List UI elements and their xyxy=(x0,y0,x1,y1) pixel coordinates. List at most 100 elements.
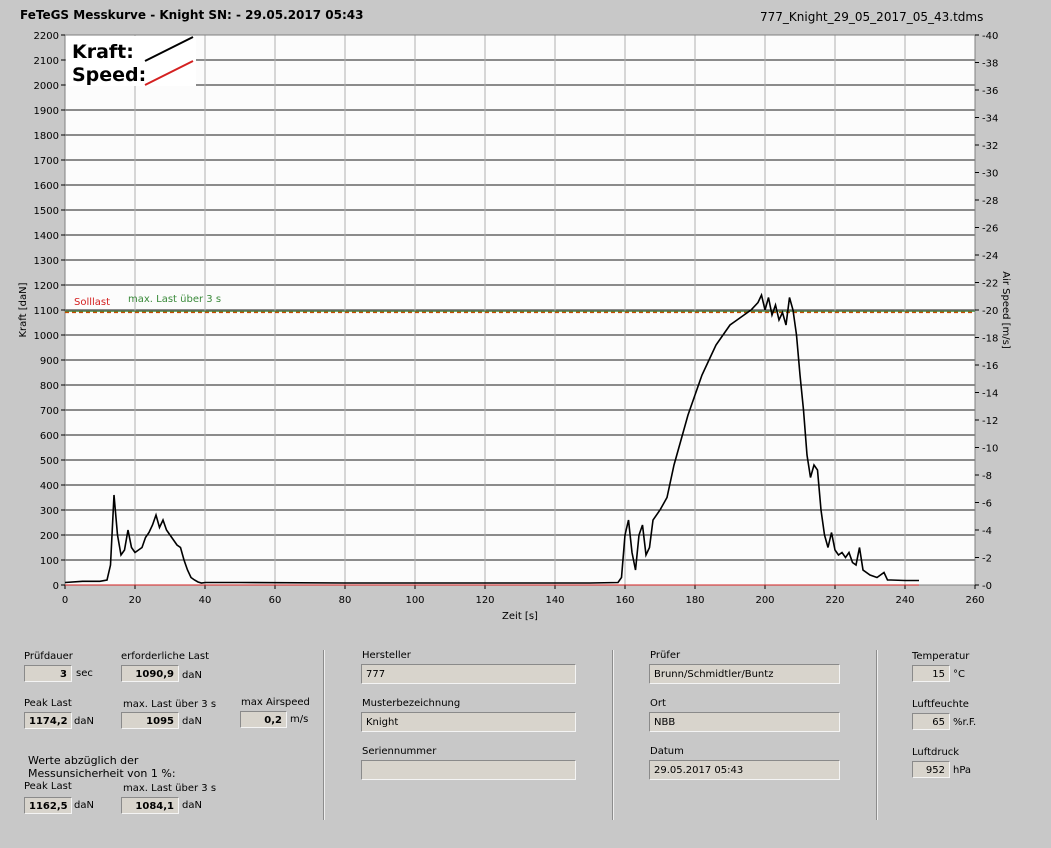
y2-tick-label: -18 xyxy=(982,334,998,345)
x-tick-label: 20 xyxy=(129,595,142,606)
y-tick-label: 1900 xyxy=(34,106,59,117)
y2-tick-label: -0 xyxy=(982,581,992,592)
y-tick-label: 200 xyxy=(40,531,59,542)
y-tick-label: 1600 xyxy=(34,181,59,192)
x-tick-label: 120 xyxy=(475,595,494,606)
muster-label: Musterbezeichnung xyxy=(362,698,461,709)
y-tick-label: 1400 xyxy=(34,231,59,242)
ort-field[interactable]: NBB xyxy=(649,712,840,732)
y2-axis-ticks: -0 -2 -4 -6 -8 -10 -12 -14 -16 -18 -20 -22 -24 -26 -28… xyxy=(975,31,998,592)
temperatur-label: Temperatur xyxy=(912,651,970,662)
y-tick-label: 400 xyxy=(40,481,59,492)
x-tick-label: 160 xyxy=(615,595,634,606)
y-axis-ticks: 0 100 200 300 400 500 600 700 800 900 1000 1100 1200… xyxy=(34,31,65,592)
max-airspeed-label: max Airspeed xyxy=(241,697,310,708)
serien-label: Seriennummer xyxy=(362,746,437,757)
x-tick-label: 100 xyxy=(405,595,424,606)
y2-tick-label: -28 xyxy=(982,196,998,207)
datum-label: Datum xyxy=(650,746,684,757)
x-tick-label: 0 xyxy=(62,595,68,606)
y-tick-label: 500 xyxy=(40,456,59,467)
max-last-value: 1095 xyxy=(121,712,179,729)
y-tick-label: 1700 xyxy=(34,156,59,167)
max-last2-label: max. Last über 3 s xyxy=(123,783,217,794)
peak-last-unit: daN xyxy=(74,716,94,727)
x-tick-label: 80 xyxy=(339,595,352,606)
y2-tick-label: -10 xyxy=(982,444,998,455)
max-last-label: max. Last über 3 s xyxy=(123,699,217,710)
y-tick-label: 900 xyxy=(40,356,59,367)
y2-tick-label: -24 xyxy=(982,251,998,262)
y-tick-label: 2000 xyxy=(34,81,59,92)
musterbezeichnung-field[interactable]: Knight xyxy=(361,712,576,732)
sollast-label: Solllast xyxy=(74,297,110,308)
luftdruck-value[interactable]: 952 xyxy=(912,761,950,778)
maxlast-label: max. Last über 3 s xyxy=(128,294,221,305)
luftfeuchte-unit: %r.F. xyxy=(953,717,977,728)
y-tick-label: 2100 xyxy=(34,56,59,67)
y2-tick-label: -4 xyxy=(982,526,992,537)
seriennummer-field[interactable] xyxy=(361,760,576,780)
x-tick-label: 220 xyxy=(825,595,844,606)
y-tick-label: 1800 xyxy=(34,131,59,142)
x-tick-label: 200 xyxy=(755,595,774,606)
y-tick-label: 800 xyxy=(40,381,59,392)
y-tick-label: 600 xyxy=(40,431,59,442)
pruefdauer-label: Prüfdauer xyxy=(24,651,73,662)
panel-separator-2 xyxy=(612,650,614,820)
hersteller-label: Hersteller xyxy=(362,650,411,661)
y2-tick-label: -6 xyxy=(982,499,992,510)
werte-note-line1: Werte abzüglich der xyxy=(28,754,139,767)
y2-tick-label: -20 xyxy=(982,306,998,317)
peak-last-value: 1174,2 xyxy=(24,712,72,729)
y2-tick-label: -32 xyxy=(982,141,998,152)
y-tick-label: 1300 xyxy=(34,256,59,267)
y-tick-label: 1200 xyxy=(34,281,59,292)
x-tick-label: 40 xyxy=(199,595,212,606)
werte-note-line2: Messunsicherheit von 1 %: xyxy=(28,767,176,780)
x-tick-label: 180 xyxy=(685,595,704,606)
y2-tick-label: -36 xyxy=(982,86,998,97)
y-tick-label: 100 xyxy=(40,556,59,567)
y-tick-label: 1000 xyxy=(34,331,59,342)
force-chart: 0 20 40 60 80 100 120 140 160 180 200 220 240 260 0 10… xyxy=(18,31,1011,622)
luftdruck-unit: hPa xyxy=(953,765,972,776)
y-tick-label: 300 xyxy=(40,506,59,517)
luftfeuchte-value[interactable]: 65 xyxy=(912,713,950,730)
peak-last2-unit: daN xyxy=(74,800,94,811)
pruefer-label: Prüfer xyxy=(650,650,681,661)
max-last2-unit: daN xyxy=(182,800,202,811)
y2-tick-label: -22 xyxy=(982,279,998,290)
x-tick-label: 140 xyxy=(545,595,564,606)
y-tick-label: 700 xyxy=(40,406,59,417)
y-tick-label: 1500 xyxy=(34,206,59,217)
x-tick-label: 260 xyxy=(965,595,984,606)
hersteller-field[interactable]: 777 xyxy=(361,664,576,684)
x-tick-label: 60 xyxy=(269,595,282,606)
luftfeuchte-label: Luftfeuchte xyxy=(912,699,969,710)
y2-tick-label: -30 xyxy=(982,169,998,180)
y2-tick-label: -14 xyxy=(982,389,998,400)
y2-tick-label: -34 xyxy=(982,114,998,125)
peak-last-label: Peak Last xyxy=(24,698,72,709)
erf-last-value: 1090,9 xyxy=(121,665,179,682)
y2-tick-label: -16 xyxy=(982,361,998,372)
y-axis-label: Kraft [daN] xyxy=(18,282,29,337)
y2-axis-label: Air Speed [m/s] xyxy=(1000,271,1011,349)
y2-tick-label: -2 xyxy=(982,554,992,565)
y2-tick-label: -8 xyxy=(982,471,992,482)
y2-tick-label: -12 xyxy=(982,416,998,427)
peak-last2-label: Peak Last xyxy=(24,781,72,792)
erf-last-label: erforderliche Last xyxy=(121,651,210,662)
datum-field[interactable]: 29.05.2017 05:43 xyxy=(649,760,840,780)
max-last2-value: 1084,1 xyxy=(121,797,179,814)
temperatur-value[interactable]: 15 xyxy=(912,665,950,682)
temperatur-unit: °C xyxy=(953,669,965,680)
panel-separator-1 xyxy=(323,650,325,820)
x-axis-label: Zeit [s] xyxy=(502,611,538,622)
peak-last2-value: 1162,5 xyxy=(24,797,72,814)
y2-tick-label: -26 xyxy=(982,224,998,235)
ort-label: Ort xyxy=(650,698,666,709)
pruefer-field[interactable]: Brunn/Schmidtler/Buntz xyxy=(649,664,840,684)
luftdruck-label: Luftdruck xyxy=(912,747,960,758)
